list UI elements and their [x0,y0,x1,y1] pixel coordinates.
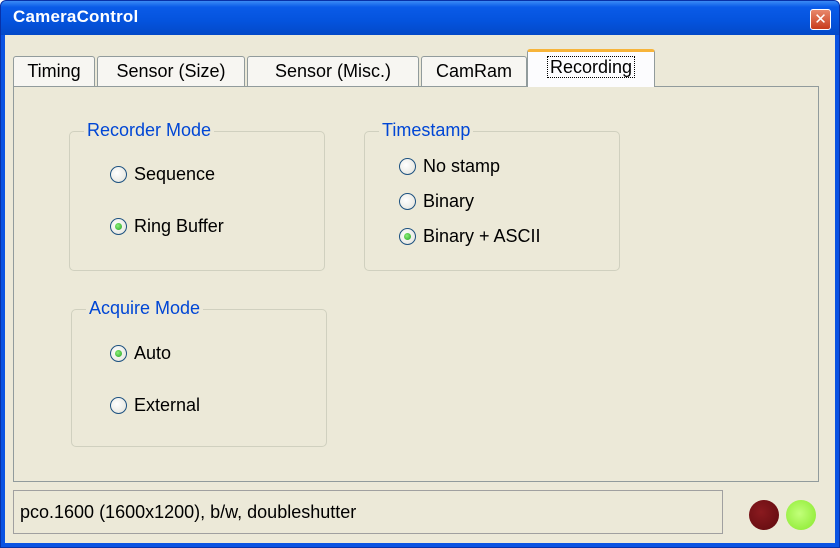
radio-label: Auto [134,343,172,363]
close-icon: ✕ [814,10,827,28]
radio-button-checked-icon[interactable] [110,345,127,362]
tab-sensor-misc[interactable]: Sensor (Misc.) [247,56,419,86]
radio-binary[interactable]: Binary [399,191,474,212]
radio-binary-ascii[interactable]: Binary + ASCII [399,226,541,247]
recorder-mode-group: Recorder Mode Sequence Ring Buffer [69,120,325,271]
title-bar[interactable]: CameraControl ✕ [1,1,839,35]
radio-button-checked-icon[interactable] [110,218,127,235]
radio-button-icon[interactable] [399,158,416,175]
camera-status-text: pco.1600 (1600x1200), b/w, doubleshutter [20,502,357,522]
status-bar: pco.1600 (1600x1200), b/w, doubleshutter [13,490,723,534]
radio-label: Ring Buffer [134,216,224,236]
radio-button-icon[interactable] [399,193,416,210]
tab-label: Sensor (Misc.) [274,61,391,81]
tab-label: Sensor (Size) [116,61,226,81]
timestamp-group: Timestamp No stamp Binary Binary + ASCII [364,120,620,271]
tab-recording[interactable]: Recording [527,49,655,87]
radio-button-checked-icon[interactable] [399,228,416,245]
tab-sensor-size[interactable]: Sensor (Size) [97,56,245,86]
tab-label: Recording [546,56,636,78]
radio-button-icon[interactable] [110,397,127,414]
radio-label: No stamp [423,156,501,176]
radio-label: Binary + ASCII [423,226,541,246]
radio-external[interactable]: External [110,395,200,416]
tab-label: Timing [27,61,81,81]
window-title: CameraControl [13,7,139,26]
radio-auto[interactable]: Auto [110,343,171,364]
tab-label: CamRam [435,61,512,81]
green-indicator-icon [786,500,816,530]
radio-label: Binary [423,191,475,211]
client-area: Timing Sensor (Size) Sensor (Misc.) CamR… [5,35,835,543]
radio-ring-buffer[interactable]: Ring Buffer [110,216,224,237]
acquire-mode-label: Acquire Mode [86,298,204,318]
camera-control-window: CameraControl ✕ Timing Sensor (Size) Sen… [0,0,840,548]
recorder-mode-label: Recorder Mode [84,120,215,140]
radio-sequence[interactable]: Sequence [110,164,215,185]
red-indicator-icon [749,500,779,530]
tab-camram[interactable]: CamRam [421,56,527,86]
timestamp-label: Timestamp [379,120,474,140]
recording-panel: Recorder Mode Sequence Ring Buffer Times… [13,86,819,482]
close-button[interactable]: ✕ [810,9,831,30]
acquire-mode-group: Acquire Mode Auto External [71,298,327,447]
radio-button-icon[interactable] [110,166,127,183]
radio-label: External [134,395,201,415]
tab-timing[interactable]: Timing [13,56,95,86]
radio-label: Sequence [134,164,216,184]
radio-no-stamp[interactable]: No stamp [399,156,500,177]
